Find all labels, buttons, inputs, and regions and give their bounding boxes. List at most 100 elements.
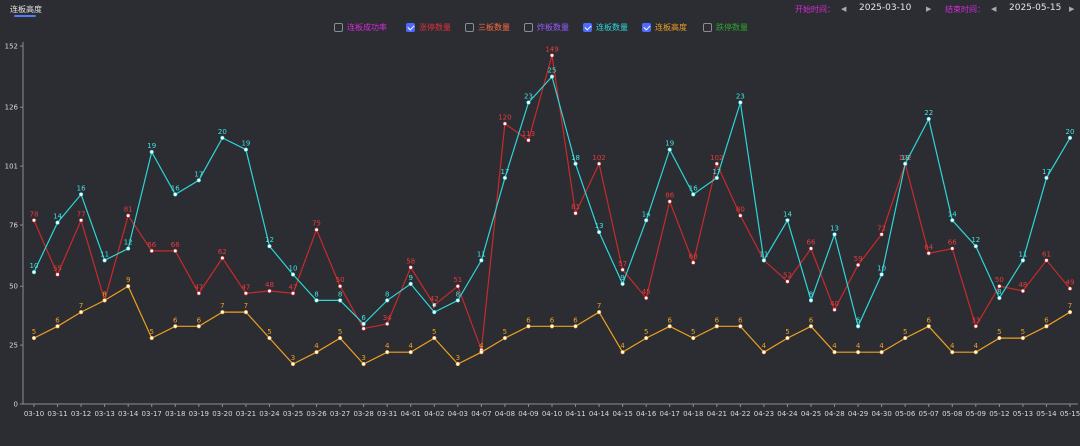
y-tick-label: 101 (5, 163, 18, 171)
data-label: 4 (385, 342, 390, 350)
x-tick-label: 04-17 (660, 410, 680, 418)
data-label: 7 (597, 302, 601, 310)
data-point (126, 246, 131, 251)
data-point (738, 324, 743, 329)
data-label: 4 (950, 342, 955, 350)
data-label: 75 (312, 220, 321, 228)
data-label: 9 (126, 276, 130, 284)
data-label: 6 (667, 316, 672, 324)
x-tick-label: 04-03 (448, 410, 468, 418)
data-label: 8 (314, 290, 318, 298)
x-tick-label: 04-02 (424, 410, 444, 418)
x-tick-label: 03-13 (94, 410, 114, 418)
data-label: 62 (218, 248, 227, 256)
data-label: 50 (995, 276, 1004, 284)
data-point (290, 291, 296, 296)
x-tick-label: 04-30 (871, 410, 891, 418)
data-label: 33 (971, 316, 980, 324)
data-point (855, 324, 861, 329)
data-label: 4 (314, 342, 319, 350)
data-label: 6 (856, 316, 861, 324)
data-point (596, 229, 602, 235)
x-tick-label: 04-09 (518, 410, 538, 418)
data-point (479, 258, 484, 263)
data-point (408, 281, 413, 286)
data-label: 10 (877, 264, 886, 272)
data-point (832, 232, 837, 237)
data-label: 7 (1068, 302, 1072, 310)
data-point (455, 361, 460, 367)
data-point (691, 260, 696, 265)
data-point (243, 291, 249, 296)
x-tick-label: 03-21 (236, 410, 256, 418)
data-point (761, 258, 767, 263)
x-tick-label: 04-18 (683, 410, 703, 418)
data-point (196, 291, 201, 296)
x-tick-label: 03-28 (353, 410, 373, 418)
data-point (855, 350, 861, 355)
data-point (667, 147, 672, 152)
data-point (997, 335, 1002, 341)
data-point (691, 335, 696, 341)
data-label: 16 (77, 184, 86, 192)
data-label: 11 (759, 250, 768, 258)
data-point (667, 324, 672, 329)
data-point (596, 161, 602, 166)
data-point (785, 279, 790, 284)
data-label: 3 (291, 354, 295, 362)
data-point (361, 321, 366, 327)
data-point (502, 175, 508, 180)
data-label: 78 (30, 210, 39, 218)
x-tick-label: 04-14 (589, 410, 610, 418)
data-point (644, 218, 649, 223)
data-point (314, 298, 319, 303)
data-label: 4 (856, 342, 861, 350)
data-label: 12 (124, 239, 133, 247)
data-label: 23 (524, 93, 533, 101)
data-point (314, 350, 319, 355)
data-label: 81 (124, 206, 133, 214)
y-tick-label: 76 (9, 222, 18, 230)
data-point (903, 161, 908, 166)
data-point (832, 307, 837, 312)
data-label: 11 (100, 250, 109, 258)
data-label: 5 (267, 328, 271, 336)
x-tick-label: 03-12 (71, 410, 91, 418)
data-point (267, 244, 272, 249)
data-label: 10 (30, 262, 39, 270)
data-point (102, 298, 107, 303)
data-point (290, 361, 296, 367)
data-label: 11 (1018, 250, 1027, 258)
data-point (55, 220, 60, 225)
data-point (31, 335, 37, 341)
data-label: 4 (620, 342, 625, 350)
data-label: 19 (241, 140, 250, 148)
data-point (785, 218, 790, 223)
data-point (196, 178, 201, 183)
x-tick-label: 04-25 (801, 410, 821, 418)
data-point (361, 361, 366, 367)
data-point (243, 147, 249, 152)
data-label: 6 (55, 316, 60, 324)
data-point (149, 149, 154, 155)
data-label: 4 (479, 342, 484, 350)
data-point (78, 192, 84, 197)
data-label: 4 (832, 342, 837, 350)
x-tick-label: 04-15 (612, 410, 632, 418)
data-point (879, 350, 884, 355)
data-point (55, 272, 60, 277)
data-point (173, 324, 178, 329)
y-tick-label: 25 (9, 342, 18, 350)
data-label: 40 (830, 300, 839, 308)
data-label: 6 (1044, 316, 1049, 324)
data-label: 80 (736, 206, 745, 214)
data-point (173, 192, 178, 197)
data-point (879, 232, 884, 237)
data-point (361, 326, 366, 331)
data-label: 6 (573, 316, 578, 324)
x-tick-label: 05-08 (942, 410, 962, 418)
x-tick-label: 05-06 (895, 410, 916, 418)
data-label: 17 (1042, 168, 1051, 176)
data-label: 13 (595, 222, 604, 230)
x-tick-label: 04-08 (495, 410, 515, 418)
